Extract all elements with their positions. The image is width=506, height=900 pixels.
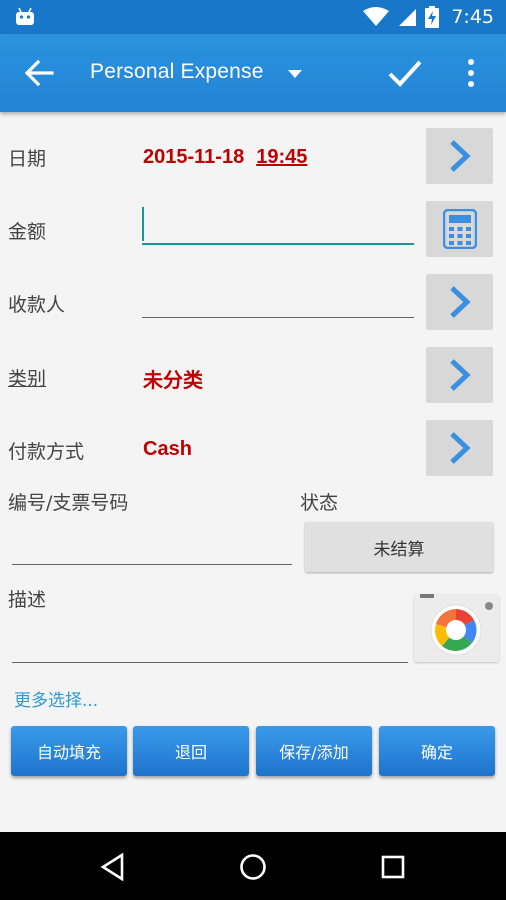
wifi-icon bbox=[363, 7, 390, 26]
autofill-button[interactable]: 自动填充 bbox=[11, 726, 127, 776]
text-cursor bbox=[142, 207, 144, 241]
nav-recents-icon[interactable] bbox=[378, 852, 408, 882]
description-label: 描述 bbox=[8, 589, 47, 611]
payment-method-value[interactable]: Cash bbox=[143, 438, 192, 461]
signal-icon bbox=[399, 9, 417, 26]
nav-back-icon[interactable] bbox=[98, 852, 128, 882]
camera-button[interactable] bbox=[414, 592, 499, 662]
category-value[interactable]: 未分类 bbox=[143, 364, 203, 393]
more-options-link[interactable]: 更多选择... bbox=[14, 686, 98, 711]
app-bar: Personal Expense bbox=[0, 34, 506, 112]
date-value[interactable]: 2015-11-18 19:45 bbox=[143, 146, 307, 169]
save-add-button[interactable]: 保存/添加 bbox=[256, 726, 372, 776]
chevron-right-icon bbox=[449, 140, 471, 172]
chevron-right-icon bbox=[449, 432, 471, 464]
camera-icon bbox=[420, 592, 493, 656]
payee-picker-button[interactable] bbox=[426, 274, 493, 330]
number-input[interactable] bbox=[12, 564, 292, 565]
account-title[interactable]: Personal Expense bbox=[90, 60, 264, 84]
payment-method-label: 付款方式 bbox=[8, 441, 85, 463]
date-label: 日期 bbox=[8, 148, 47, 170]
android-icon bbox=[16, 7, 34, 25]
payee-label: 收款人 bbox=[8, 294, 66, 316]
chevron-right-icon bbox=[449, 286, 471, 318]
status-label: 状态 bbox=[300, 492, 339, 514]
payment-method-picker-button[interactable] bbox=[426, 420, 493, 476]
amount-label: 金额 bbox=[8, 221, 47, 243]
number-label: 编号/支票号码 bbox=[8, 492, 129, 514]
time-text[interactable]: 19:45 bbox=[256, 146, 307, 168]
chevron-right-icon bbox=[449, 359, 471, 391]
payee-input[interactable] bbox=[142, 317, 414, 318]
confirm-button[interactable]: 确定 bbox=[379, 726, 495, 776]
status-time: 7:45 bbox=[451, 6, 494, 28]
back-button[interactable]: 退回 bbox=[133, 726, 249, 776]
amount-input[interactable] bbox=[142, 243, 414, 245]
battery-charging-icon bbox=[425, 6, 440, 28]
description-input[interactable] bbox=[12, 662, 408, 663]
calculator-icon bbox=[442, 209, 477, 249]
nav-home-icon[interactable] bbox=[238, 852, 268, 882]
navigation-bar bbox=[0, 832, 506, 900]
more-options-icon[interactable] bbox=[460, 56, 482, 90]
date-picker-button[interactable] bbox=[426, 128, 493, 184]
status-bar: 7:45 bbox=[0, 0, 506, 34]
status-button[interactable]: 未结算 bbox=[305, 522, 493, 572]
category-label[interactable]: 类别 bbox=[8, 364, 46, 391]
check-icon[interactable] bbox=[386, 56, 424, 90]
calculator-button[interactable] bbox=[426, 201, 493, 257]
date-text[interactable]: 2015-11-18 bbox=[143, 146, 244, 168]
category-picker-button[interactable] bbox=[426, 347, 493, 403]
dropdown-arrow-icon[interactable] bbox=[286, 68, 304, 80]
back-arrow-icon[interactable] bbox=[22, 57, 56, 89]
